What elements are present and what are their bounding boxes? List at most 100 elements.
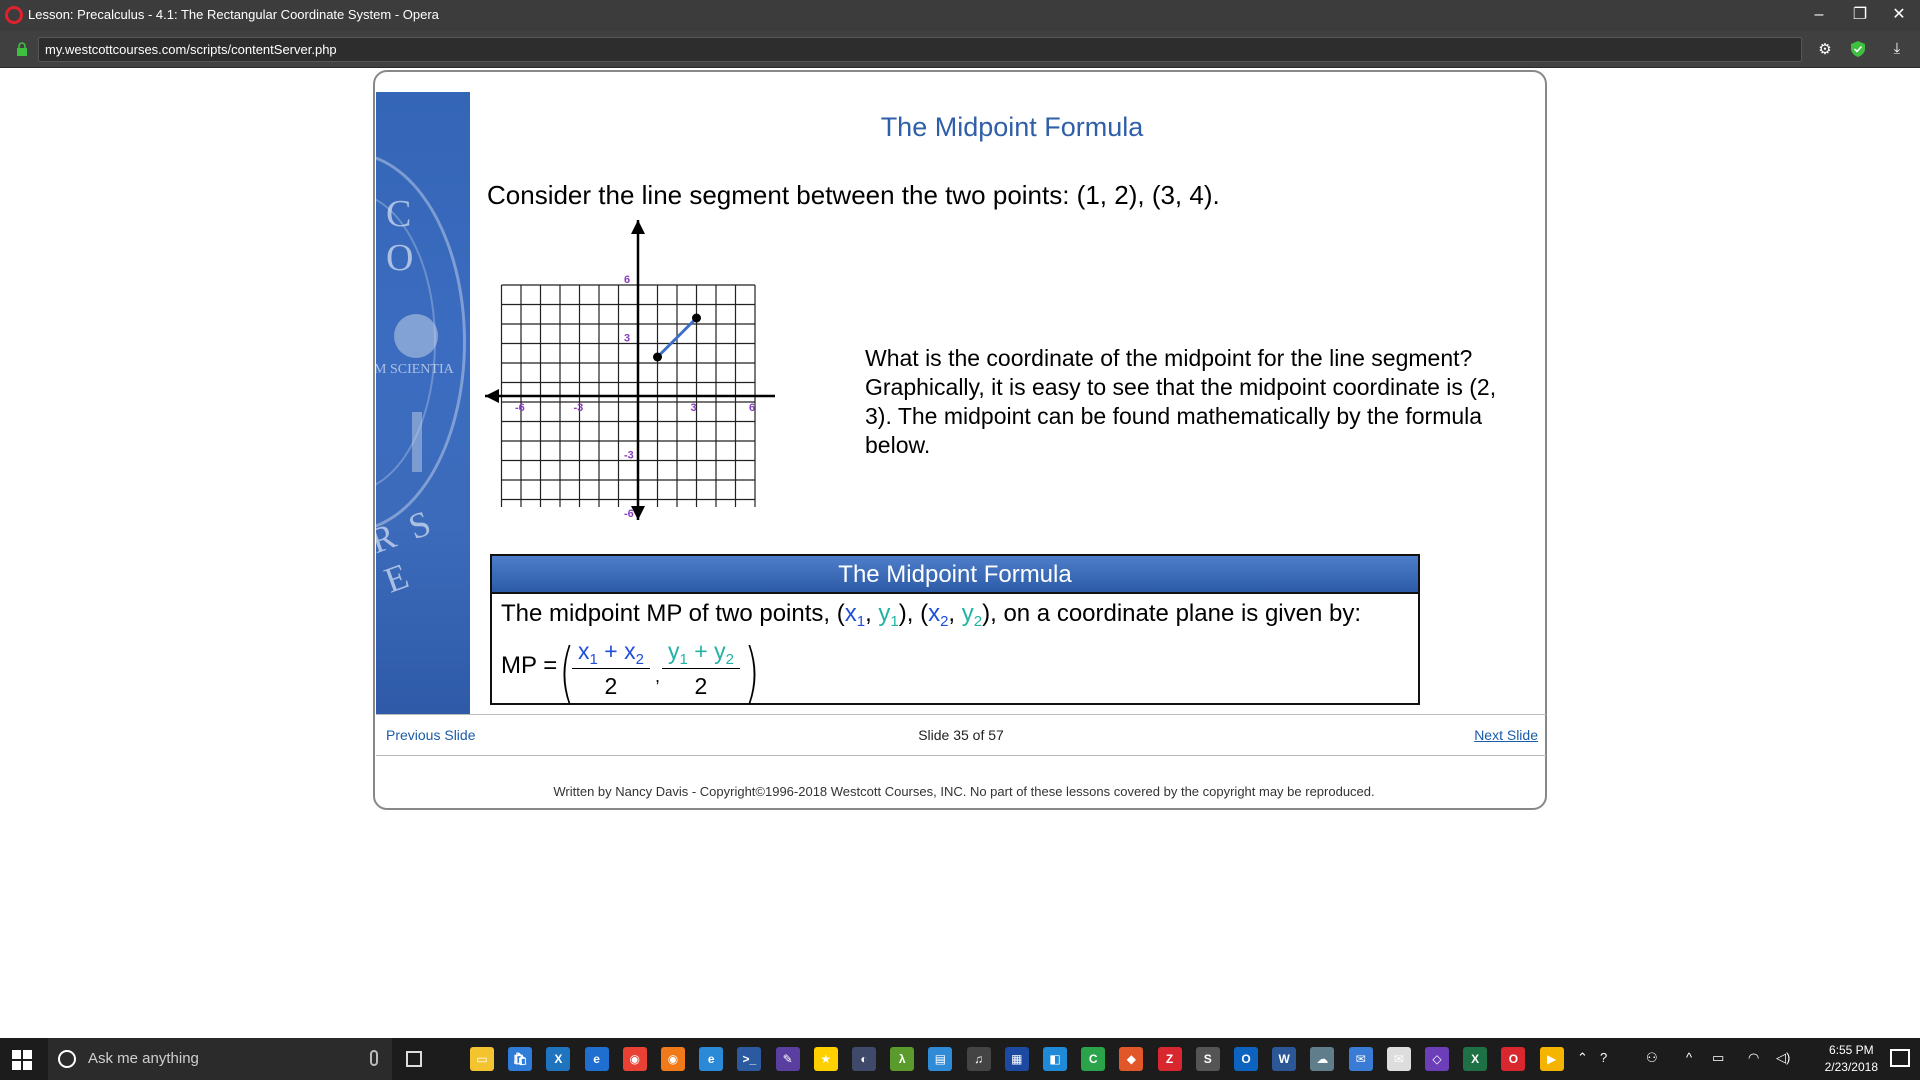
settings-gear-icon[interactable]: ⚙ bbox=[1815, 40, 1835, 60]
next-slide-link[interactable]: Next Slide bbox=[1474, 727, 1538, 743]
slide-navigation: Previous Slide Slide 35 of 57 Next Slide bbox=[376, 714, 1546, 756]
y-axis-top-arrow bbox=[631, 220, 645, 234]
chevron-up-icon[interactable]: ^ bbox=[1686, 1050, 1692, 1065]
mail-icon[interactable]: ✉ bbox=[1348, 1047, 1373, 1071]
formula-box-header: The Midpoint Formula bbox=[492, 556, 1418, 594]
crest-text-middle: M SCIENTIA bbox=[376, 362, 454, 377]
y2-variable: y bbox=[961, 600, 974, 627]
formula-definition-line: The midpoint MP of two points, (x1, y1),… bbox=[501, 600, 1362, 630]
url-input[interactable]: my.westcottcourses.com/scripts/contentSe… bbox=[38, 37, 1802, 62]
slides-icon[interactable]: ▶ bbox=[1539, 1047, 1564, 1071]
formula-comma: , bbox=[655, 666, 661, 686]
y1-variable: y bbox=[878, 600, 891, 627]
wifi-icon[interactable]: ◠ bbox=[1748, 1050, 1759, 1066]
x-tick-label: -3 bbox=[574, 402, 584, 414]
calculator-icon[interactable]: X bbox=[546, 1047, 571, 1071]
outlook-icon[interactable]: O bbox=[1234, 1047, 1258, 1071]
cloud-icon[interactable]: ☁ bbox=[1310, 1047, 1335, 1071]
word-icon[interactable]: W bbox=[1272, 1047, 1297, 1071]
y-denominator: 2 bbox=[694, 673, 708, 699]
app-blue-icon[interactable]: ◧ bbox=[1043, 1047, 1067, 1071]
music-icon[interactable]: ♫ bbox=[966, 1047, 991, 1071]
window-title: Lesson: Precalculus - 4.1: The Rectangul… bbox=[28, 7, 439, 22]
x1-variable: x bbox=[844, 600, 857, 627]
midpoint-formula-box: The Midpoint Formula The midpoint MP of … bbox=[490, 554, 1420, 711]
opera-icon[interactable]: O bbox=[1501, 1047, 1526, 1071]
edge-icon[interactable]: e bbox=[584, 1047, 609, 1071]
segment-point-start bbox=[653, 352, 662, 362]
filezilla-icon[interactable]: Z bbox=[1157, 1047, 1182, 1071]
calc-icon[interactable]: ▦ bbox=[1004, 1047, 1029, 1071]
excel-icon[interactable]: X bbox=[1463, 1047, 1488, 1071]
address-bar: my.westcottcourses.com/scripts/contentSe… bbox=[0, 31, 1920, 68]
visual-studio-icon[interactable]: ◇ bbox=[1425, 1047, 1449, 1071]
torch-icon bbox=[412, 412, 422, 472]
x-axis-left-arrow bbox=[485, 389, 499, 403]
tray-expand-icon[interactable]: ⌃ bbox=[1577, 1050, 1588, 1066]
file-explorer-icon[interactable]: ▭ bbox=[470, 1047, 494, 1071]
firefox-icon[interactable]: ◉ bbox=[661, 1047, 685, 1071]
globe-icon bbox=[394, 314, 438, 358]
volume-icon[interactable]: ◁) bbox=[1776, 1050, 1790, 1066]
question-text: What is the coordinate of the midpoint f… bbox=[865, 345, 1497, 458]
x-denominator: 2 bbox=[604, 673, 618, 699]
lambda-icon[interactable]: λ bbox=[890, 1047, 915, 1071]
shield-icon[interactable] bbox=[1848, 40, 1868, 60]
slide-counter: Slide 35 of 57 bbox=[918, 727, 1004, 743]
definition-suffix: ), on a coordinate plane is given by: bbox=[982, 600, 1362, 627]
crest-text-top: C O bbox=[386, 193, 422, 279]
star-icon[interactable]: ★ bbox=[813, 1047, 838, 1071]
coordinate-graph: y x -6-33663-3-6 bbox=[485, 220, 775, 520]
restore-icon[interactable]: ❐ bbox=[1845, 4, 1875, 26]
ie-icon[interactable]: e bbox=[699, 1047, 724, 1071]
notes-icon[interactable]: ▤ bbox=[928, 1047, 953, 1071]
slide-sidebar-banner: C O M SCIENTIA R S E bbox=[376, 92, 470, 714]
search-placeholder: Ask me anything bbox=[88, 1050, 199, 1067]
x2-variable: x bbox=[928, 600, 941, 627]
taskbar-search-box[interactable]: Ask me anything bbox=[48, 1038, 392, 1080]
window-titlebar: Lesson: Precalculus - 4.1: The Rectangul… bbox=[0, 0, 1920, 31]
windows-start-icon[interactable] bbox=[12, 1050, 32, 1070]
intro-text: Consider the line segment between the tw… bbox=[487, 180, 1220, 210]
taskbar-clock[interactable]: 6:55 PM 2/23/2018 bbox=[1825, 1042, 1878, 1076]
url-text: my.westcottcourses.com/scripts/contentSe… bbox=[45, 42, 337, 57]
y-midpoint-fraction: y1 + y2 2 bbox=[662, 638, 740, 700]
definition-prefix: The midpoint MP of two points, ( bbox=[501, 600, 845, 627]
download-icon[interactable]: ⤓ bbox=[1887, 40, 1907, 60]
paint-icon[interactable]: ✎ bbox=[775, 1047, 800, 1071]
y-tick-label: 6 bbox=[624, 274, 630, 286]
polar-icon[interactable]: ◆ bbox=[1119, 1047, 1144, 1071]
copyright-text: Written by Nancy Davis - Copyright©1996-… bbox=[553, 784, 1375, 799]
windows-taskbar: Ask me anything ▭ 🛍 Xe ◉ ◉ e >_ ✎ ★ ◐ λ ▤ ♫ ▦ ◧ C ◆ Z S O W ☁… bbox=[0, 1038, 1920, 1080]
envelope-icon[interactable]: ✉ bbox=[1386, 1047, 1411, 1071]
mp-label: MP = bbox=[501, 652, 558, 679]
task-view-icon[interactable] bbox=[406, 1051, 422, 1067]
battery-icon[interactable]: ▭ bbox=[1712, 1050, 1724, 1066]
opera-logo-icon bbox=[5, 6, 23, 24]
y-tick-label: 3 bbox=[624, 333, 630, 345]
x-tick-label: 6 bbox=[749, 402, 755, 414]
notification-icon[interactable] bbox=[1890, 1049, 1910, 1067]
store-icon[interactable]: 🛍 bbox=[508, 1047, 533, 1071]
microphone-icon[interactable] bbox=[370, 1050, 378, 1066]
close-icon[interactable]: ✕ bbox=[1884, 4, 1914, 26]
clock-date: 2/23/2018 bbox=[1824, 1060, 1878, 1074]
slide-frame: C O M SCIENTIA R S E The Midpoint Formul… bbox=[373, 70, 1547, 810]
lock-icon bbox=[17, 42, 27, 56]
chrome-icon[interactable]: ◉ bbox=[622, 1047, 647, 1071]
sublime-icon[interactable]: S bbox=[1195, 1047, 1220, 1071]
x-tick-label: 3 bbox=[691, 402, 697, 414]
graph-axes bbox=[485, 220, 775, 520]
y1-subscript: 1 bbox=[890, 613, 899, 630]
y2-subscript: 2 bbox=[973, 613, 983, 630]
clock-time: 6:55 PM bbox=[1828, 1043, 1874, 1057]
help-icon[interactable]: ? bbox=[1600, 1050, 1607, 1065]
camtasia-icon[interactable]: C bbox=[1081, 1047, 1106, 1071]
slide-title: The Midpoint Formula bbox=[880, 112, 1144, 142]
minimize-icon[interactable]: – bbox=[1804, 4, 1834, 26]
x-midpoint-fraction: x1 + x2 2 bbox=[572, 638, 650, 700]
x-numerator: x1 + x2 bbox=[572, 638, 650, 669]
powershell-icon[interactable]: >_ bbox=[737, 1047, 762, 1071]
people-icon[interactable]: ⚇ bbox=[1646, 1050, 1658, 1066]
steam-icon[interactable]: ◐ bbox=[852, 1047, 876, 1071]
